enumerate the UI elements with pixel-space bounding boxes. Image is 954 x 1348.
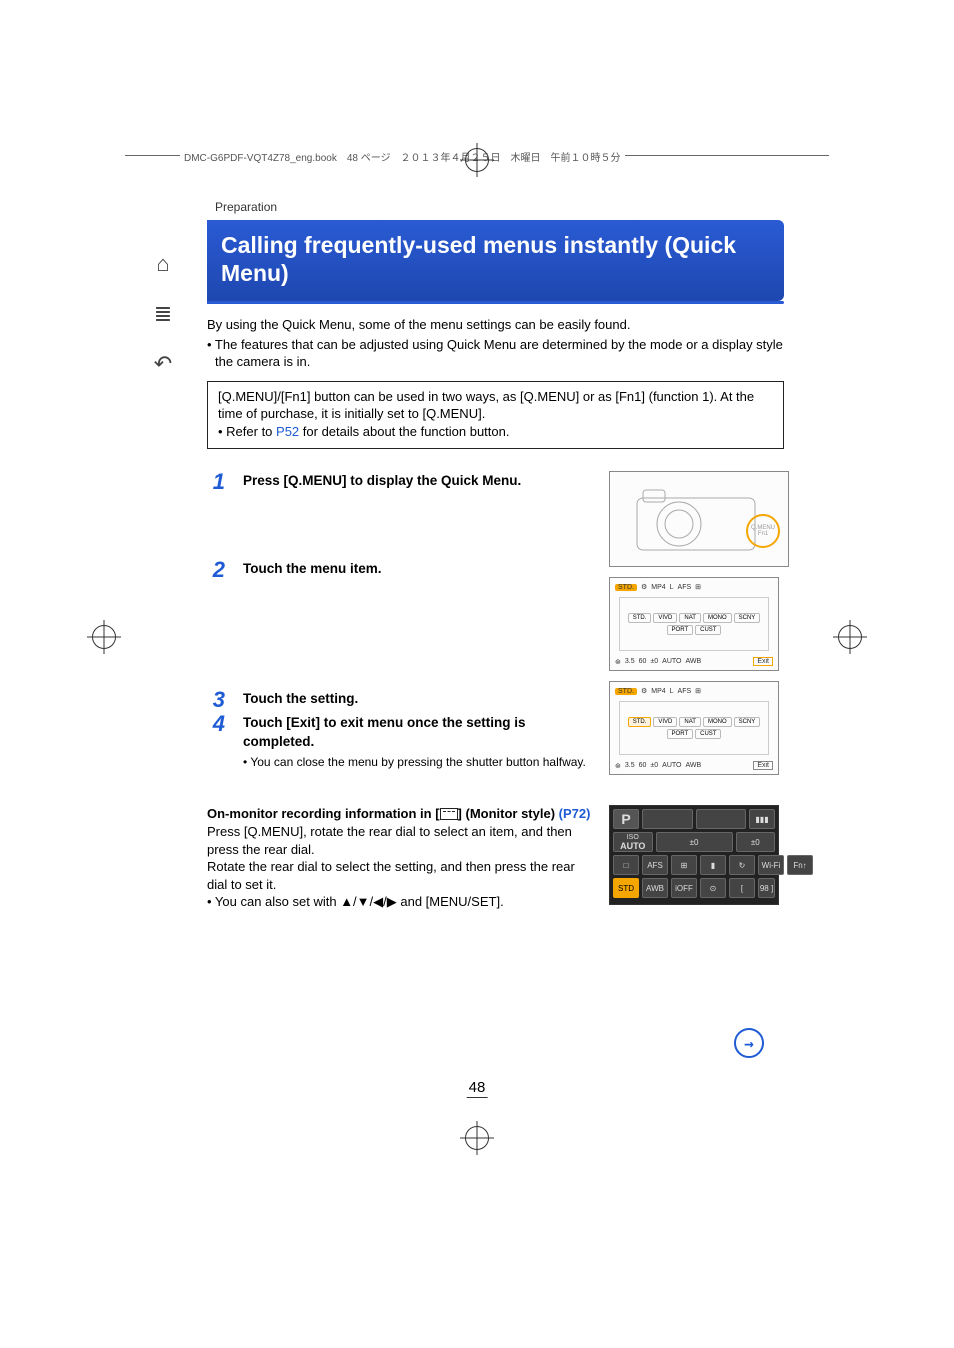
breadcrumb: Preparation [215, 200, 784, 214]
figure-lcd-step3: STD. ⚙ MP4 L AFS ⊞ STD. VIVD NAT MONO [609, 681, 779, 775]
info-box: [Q.MENU]/[Fn1] button can be used in two… [207, 381, 784, 450]
step-title: Touch [Exit] to exit menu once the setti… [243, 714, 591, 750]
figure-lcd-step2: STD. ⚙ MP4 L AFS ⊞ STD. VIVD NAT MONO [609, 577, 779, 671]
home-icon[interactable]: ⌂ [145, 246, 181, 282]
exit-button: Exit [753, 761, 773, 770]
registration-mark [465, 1126, 489, 1150]
step-title: Touch the menu item. [243, 560, 591, 578]
step-1: 1 Press [Q.MENU] to display the Quick Me… [207, 471, 591, 559]
link-p52[interactable]: P52 [276, 424, 299, 439]
step-number: 2 [207, 559, 225, 581]
sidebar-nav: ⌂ ≣ ↶ [145, 246, 189, 382]
step-3: 3 Touch the setting. [207, 689, 591, 713]
lcd-icon: STD. [615, 584, 637, 591]
step-note: • You can close the menu by pressing the… [243, 755, 591, 769]
step-2: 2 Touch the menu item. [207, 559, 591, 689]
step-title: Press [Q.MENU] to display the Quick Menu… [243, 472, 591, 490]
info-line: [Q.MENU]/[Fn1] button can be used in two… [218, 388, 773, 423]
step-number: 3 [207, 689, 225, 711]
qmenu-button-callout: Q.MENU Fn1 [746, 514, 780, 548]
page-title: Calling frequently-used menus instantly … [221, 232, 768, 287]
back-icon[interactable]: ↶ [145, 346, 181, 382]
step-title: Touch the setting. [243, 690, 591, 708]
figure-monitor-panel: P ▮▮▮ ISO AUTO ±0 ±0 □ [609, 805, 779, 905]
monitor-style-icon [440, 808, 458, 820]
monitor-style-text: On-monitor recording information in [] (… [207, 805, 591, 910]
intro-line: By using the Quick Menu, some of the men… [207, 316, 784, 334]
info-line-link: • Refer to P52 for details about the fun… [218, 423, 773, 441]
exit-button: Exit [753, 657, 773, 666]
intro-bullet: • The features that can be adjusted usin… [207, 336, 784, 371]
step-4: 4 Touch [Exit] to exit menu once the set… [207, 713, 591, 768]
title-rule [207, 301, 784, 304]
intro-text: By using the Quick Menu, some of the men… [207, 316, 784, 371]
registration-mark [92, 625, 116, 649]
figure-camera: Q.MENU Fn1 [609, 471, 789, 567]
registration-mark [465, 148, 489, 172]
mode-indicator: P [613, 809, 639, 829]
step-number: 1 [207, 471, 225, 493]
page-number: 48 [467, 1079, 488, 1098]
registration-mark [838, 625, 862, 649]
step-number: 4 [207, 713, 225, 735]
menu-icon[interactable]: ≣ [145, 296, 181, 332]
selected-setting: STD [613, 878, 639, 898]
page-title-bar: Calling frequently-used menus instantly … [207, 220, 784, 301]
link-p72[interactable]: (P72) [559, 806, 591, 821]
next-page-arrow-icon[interactable]: → [734, 1028, 764, 1058]
